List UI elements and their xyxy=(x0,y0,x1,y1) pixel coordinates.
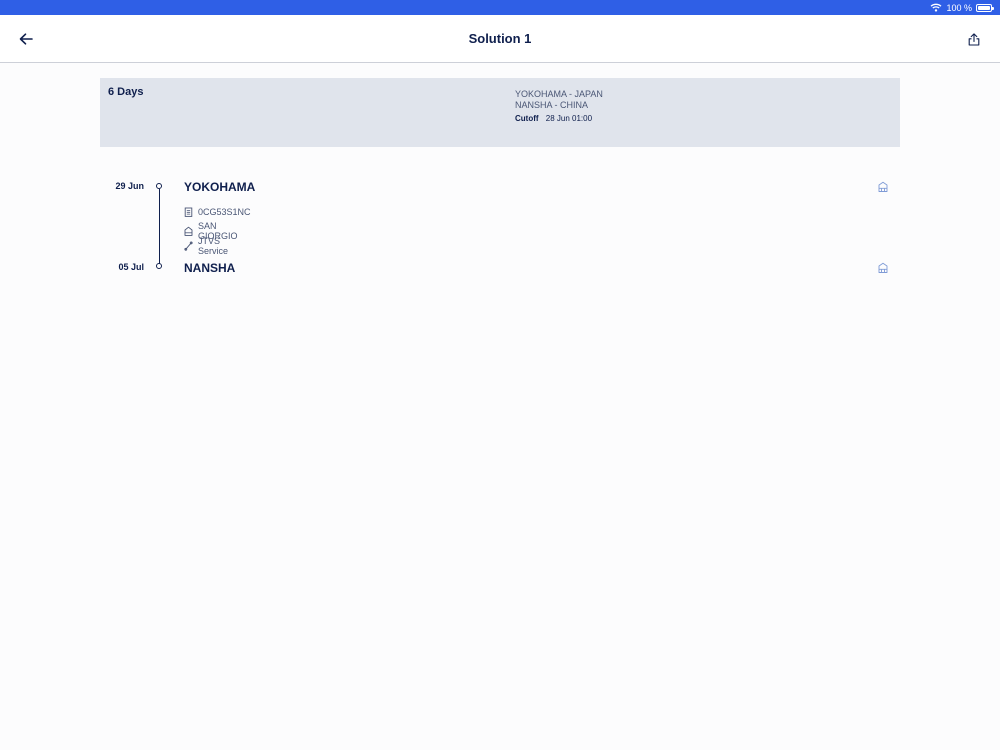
battery-icon xyxy=(976,3,994,12)
service-row: JTVS Service xyxy=(184,236,228,256)
document-icon xyxy=(184,207,193,217)
share-button[interactable] xyxy=(962,27,986,51)
transit-duration: 6 Days xyxy=(108,86,144,98)
route-summary-card: 6 Days YOKOHAMA - JAPAN NANSHA - CHINA C… xyxy=(100,78,900,147)
vessel-icon xyxy=(184,226,193,236)
terminal-info-button-departure[interactable] xyxy=(877,180,889,192)
arrival-port: NANSHA xyxy=(184,261,236,275)
route-ports: YOKOHAMA - JAPAN NANSHA - CHINA xyxy=(515,89,603,111)
cutoff-value: 28 Jun 01:00 xyxy=(545,114,593,123)
timeline-connector xyxy=(159,189,160,264)
destination-port: NANSHA - CHINA xyxy=(515,100,589,110)
departure-port: YOKOHAMA xyxy=(184,180,256,194)
battery-percent: 100 % xyxy=(946,2,972,13)
status-bar: 100 % xyxy=(0,0,1000,15)
cutoff-row: Cutoff 28 Jun 01:00 xyxy=(515,114,592,123)
voyage-row: 0CG53S1NC xyxy=(184,207,251,217)
wifi-icon xyxy=(931,3,942,12)
arrival-dot xyxy=(156,263,162,269)
voyage-number: 0CG53S1NC xyxy=(198,207,251,217)
terminal-icon xyxy=(878,262,888,273)
arrival-date: 05 Jul xyxy=(118,262,144,272)
status-indicators: 100 % xyxy=(930,2,994,13)
service-name: JTVS Service xyxy=(198,236,229,256)
origin-port: YOKOHAMA - JAPAN xyxy=(515,89,603,99)
share-icon xyxy=(968,32,980,46)
page-title: Solution 1 xyxy=(468,31,532,46)
terminal-icon xyxy=(878,181,888,192)
departure-date: 29 Jun xyxy=(115,181,144,191)
terminal-info-button-arrival[interactable] xyxy=(877,261,889,273)
route-link-icon xyxy=(184,241,193,251)
navigation-bar: Solution 1 xyxy=(0,15,1000,63)
cutoff-label: Cutoff xyxy=(515,114,539,123)
